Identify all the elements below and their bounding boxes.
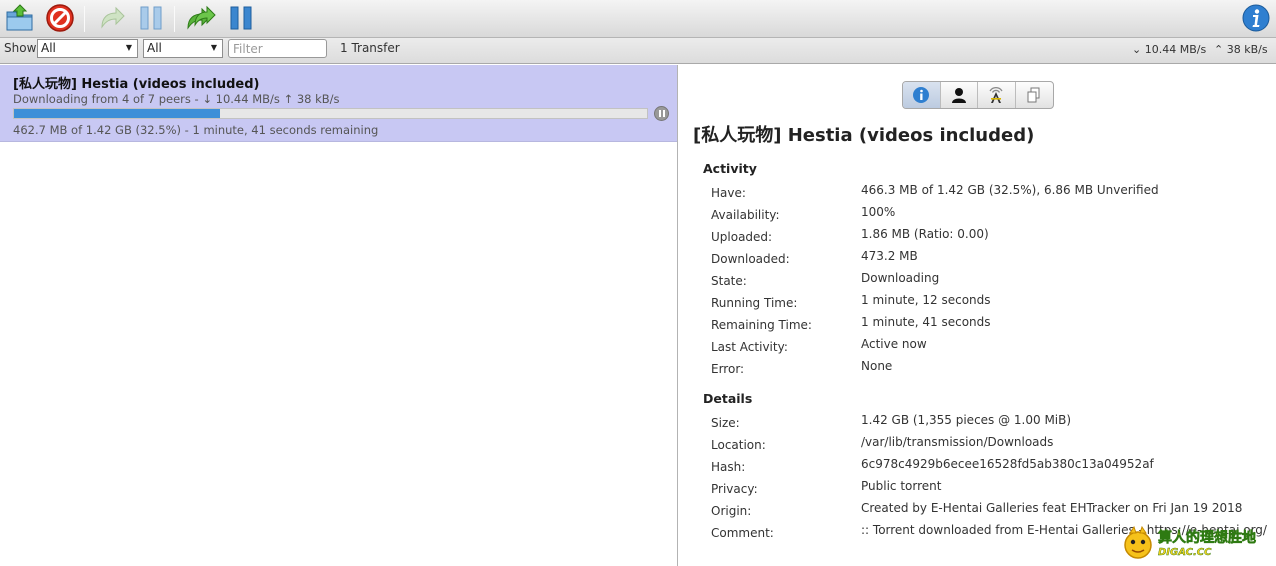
- details-key: Hash:: [711, 460, 746, 474]
- details-key: Size:: [711, 416, 740, 430]
- pause-icon: [140, 6, 162, 30]
- info-icon: [913, 87, 930, 103]
- tracker-antenna-icon: [989, 87, 1003, 103]
- activity-key: Error:: [711, 362, 745, 376]
- details-key: Origin:: [711, 504, 752, 518]
- chevron-down-icon: ▼: [125, 43, 132, 52]
- upload-arrow-icon: ⌃: [1214, 43, 1224, 56]
- chevron-down-icon: ▼: [210, 43, 217, 52]
- activity-value: 1 minute, 41 seconds: [861, 315, 991, 329]
- pause-icon: [658, 110, 666, 117]
- torrent-peers: Downloading from 4 of 7 peers - ↓ 10.44 …: [13, 92, 340, 106]
- activity-key: Remaining Time:: [711, 318, 812, 332]
- pause-torrent-button[interactable]: [134, 2, 168, 34]
- torrent-row[interactable]: [私人玩物] Hestia (videos included) Download…: [0, 65, 677, 142]
- torrent-list: [私人玩物] Hestia (videos included) Download…: [0, 65, 677, 566]
- torrent-progress-text: 462.7 MB of 1.42 GB (32.5%) - 1 minute, …: [13, 123, 379, 137]
- torrent-progress-fill: [14, 109, 220, 118]
- download-speed: ⌄ 10.44 MB/s: [1132, 43, 1206, 56]
- activity-key: Running Time:: [711, 296, 798, 310]
- inspector-tabs: [902, 81, 1054, 109]
- activity-value: 473.2 MB: [861, 249, 918, 263]
- open-folder-icon: [6, 4, 33, 31]
- watermark-subtext: DIGAC.CC: [1158, 547, 1212, 558]
- activity-value: Active now: [861, 337, 927, 351]
- person-icon: [951, 88, 966, 103]
- tracker-filter-select[interactable]: All ▼: [143, 39, 223, 58]
- activity-key: Availability:: [711, 208, 780, 222]
- activity-value: 466.3 MB of 1.42 GB (32.5%), 6.86 MB Unv…: [861, 183, 1159, 197]
- activity-value: None: [861, 359, 893, 373]
- tab-files[interactable]: [1016, 82, 1053, 108]
- tab-peers[interactable]: [941, 82, 978, 108]
- start-all-button[interactable]: [184, 2, 218, 34]
- upload-speed: ⌃ 38 kB/s: [1214, 43, 1268, 56]
- details-value: 1.42 GB (1,355 pieces @ 1.00 MiB): [861, 413, 1072, 427]
- download-arrow-icon: ⌄: [1132, 43, 1142, 56]
- activity-value: 100%: [861, 205, 896, 219]
- torrent-name: [私人玩物] Hestia (videos included): [13, 77, 260, 92]
- toolbar: [0, 0, 1276, 38]
- details-value: Public torrent: [861, 479, 942, 493]
- activity-value: 1.86 MB (Ratio: 0.00): [861, 227, 989, 241]
- state-filter-select[interactable]: All ▼: [37, 39, 138, 58]
- show-label: Show: [4, 41, 37, 55]
- details-value: /var/lib/transmission/Downloads: [861, 435, 1054, 449]
- start-icon: [101, 6, 125, 29]
- inspector-panel: [私人玩物] Hestia (videos included) Activity…: [678, 65, 1276, 566]
- tab-trackers[interactable]: [978, 82, 1016, 108]
- activity-key: State:: [711, 274, 747, 288]
- start-torrent-button[interactable]: [94, 2, 128, 34]
- details-key: Comment:: [711, 526, 774, 540]
- tab-info[interactable]: [903, 82, 941, 108]
- torrent-progress-bar: [13, 108, 648, 119]
- activity-key: Last Activity:: [711, 340, 788, 354]
- activity-key: Have:: [711, 186, 746, 200]
- details-header: Details: [703, 391, 753, 406]
- details-value: 6c978c4929b6ecee16528fd5ab380c13a04952af: [861, 457, 1154, 471]
- toolbar-separator: [84, 6, 85, 32]
- activity-value: 1 minute, 12 seconds: [861, 293, 991, 307]
- info-icon: [1242, 4, 1270, 32]
- watermark-text: 算人的理想胜地: [1158, 530, 1257, 547]
- activity-header: Activity: [703, 161, 757, 176]
- torrent-pause-button[interactable]: [654, 106, 669, 121]
- download-speed-value: 10.44 MB/s: [1144, 43, 1207, 56]
- inspector-title: [私人玩物] Hestia (videos included): [693, 125, 1035, 146]
- inspector-toggle-button[interactable]: [1239, 2, 1273, 34]
- pause-all-icon: [230, 6, 252, 30]
- remove-icon: [46, 4, 74, 32]
- details-key: Location:: [711, 438, 766, 452]
- details-key: Privacy:: [711, 482, 758, 496]
- details-value: Created by E-Hentai Galleries feat EHTra…: [861, 501, 1243, 515]
- pause-all-button[interactable]: [224, 2, 258, 34]
- files-icon: [1027, 87, 1040, 103]
- watermark-logo: 算人的理想胜地 DIGAC.CC: [1122, 521, 1272, 566]
- activity-key: Downloaded:: [711, 252, 790, 266]
- state-filter-value: All: [41, 41, 56, 55]
- upload-speed-value: 38 kB/s: [1226, 43, 1268, 56]
- start-all-icon: [187, 5, 216, 30]
- activity-value: Downloading: [861, 271, 940, 285]
- filter-bar: Show All ▼ All ▼ 1 Transfer ⌄ 10.44 MB/s…: [0, 38, 1276, 64]
- remove-torrent-button[interactable]: [43, 2, 77, 34]
- open-torrent-button[interactable]: [3, 2, 37, 34]
- filter-input[interactable]: [228, 39, 327, 58]
- toolbar-separator: [174, 6, 175, 32]
- activity-key: Uploaded:: [711, 230, 773, 244]
- tracker-filter-value: All: [147, 41, 162, 55]
- transfer-count: 1 Transfer: [340, 41, 400, 55]
